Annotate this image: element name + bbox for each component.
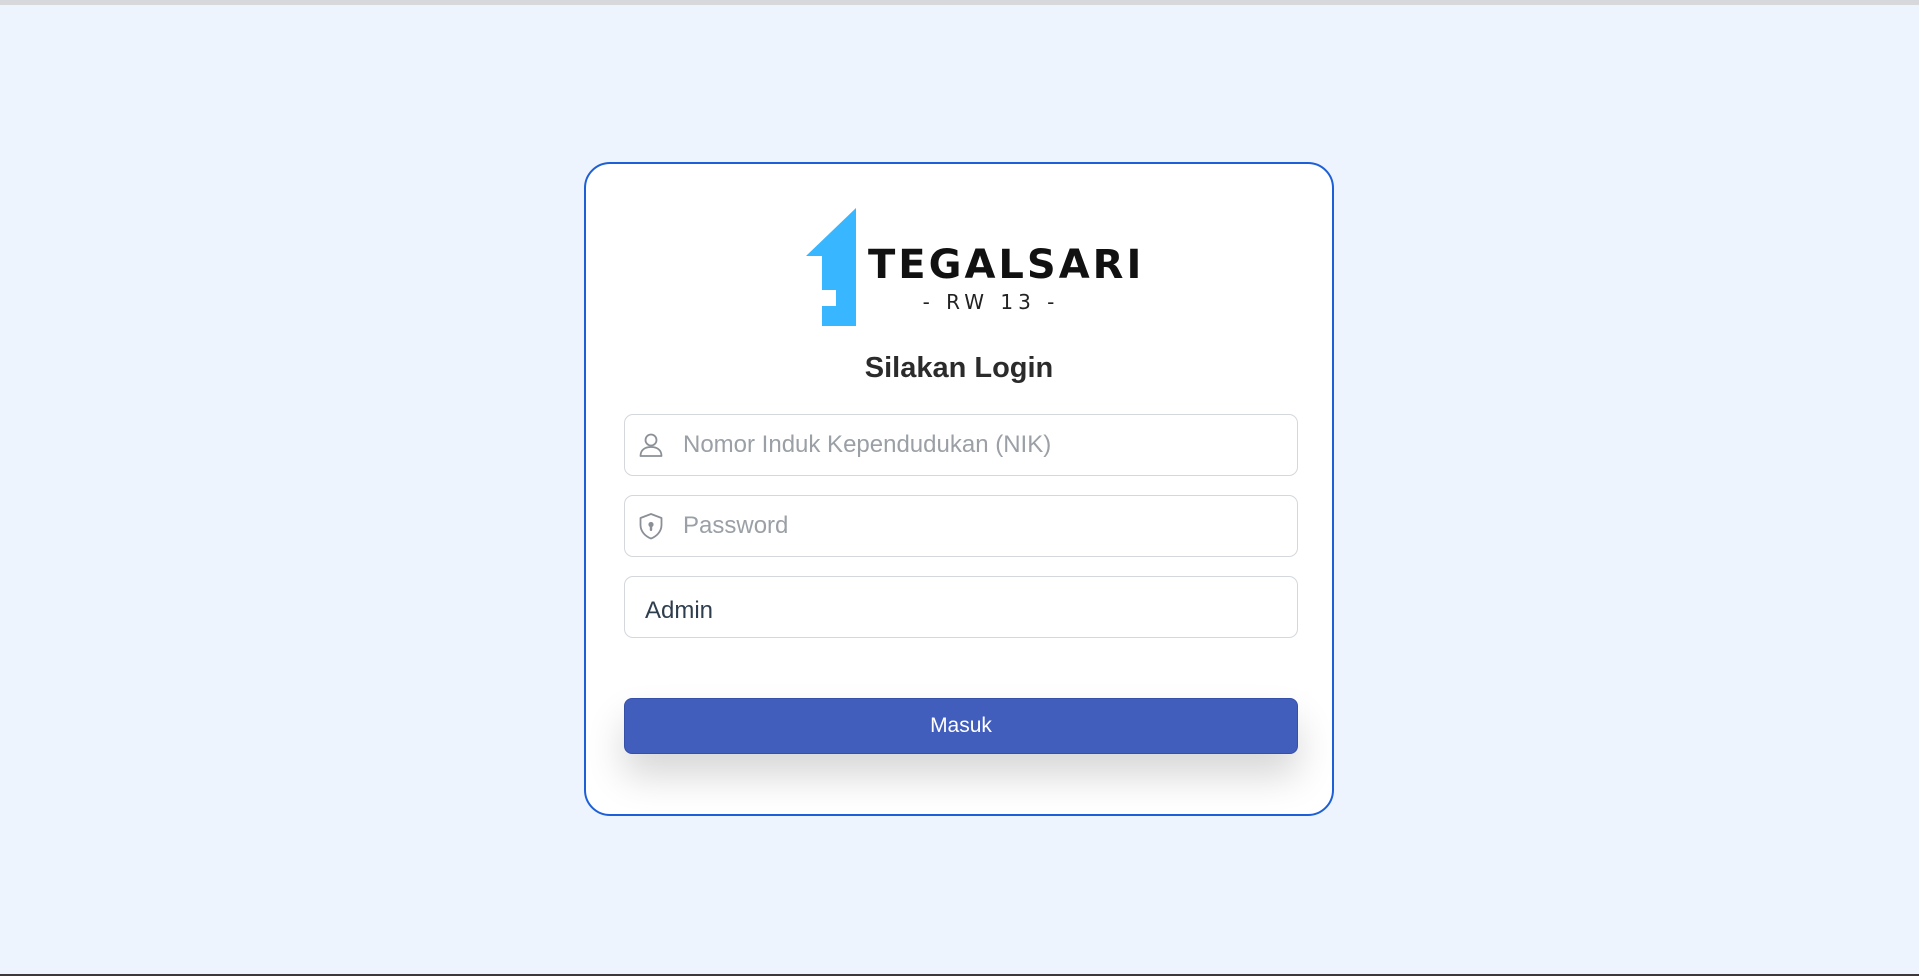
brand-subtitle: - RW 13 -	[922, 290, 1060, 314]
brand-name: TEGALSARI	[868, 242, 1145, 288]
password-input[interactable]	[683, 496, 1283, 555]
logo-mark-icon	[806, 208, 856, 326]
top-border	[0, 0, 1919, 5]
nik-input[interactable]	[683, 415, 1283, 474]
nik-field[interactable]	[624, 414, 1298, 476]
login-card: TEGALSARI - RW 13 - Silakan Login Admin …	[584, 162, 1334, 816]
password-field[interactable]	[624, 495, 1298, 557]
login-button[interactable]: Masuk	[624, 698, 1298, 754]
role-select-value: Admin	[645, 597, 714, 624]
role-select[interactable]: Admin	[624, 576, 1298, 638]
user-icon	[639, 433, 663, 457]
shield-lock-icon	[639, 513, 663, 540]
page-title: Silakan Login	[864, 352, 1054, 384]
brand-logo: TEGALSARI - RW 13 -	[806, 206, 1141, 326]
